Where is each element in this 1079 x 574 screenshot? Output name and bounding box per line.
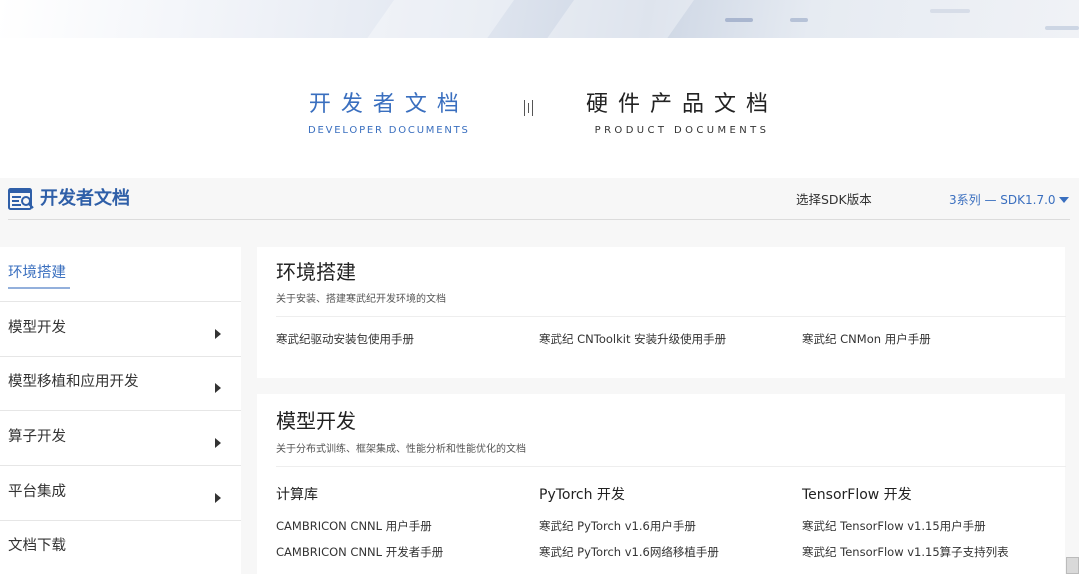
sidebar-item-model-porting[interactable]: 模型移植和应用开发	[0, 356, 241, 411]
section-divider	[276, 316, 1066, 317]
sidebar-item-label: 模型开发	[8, 320, 66, 336]
doc-link[interactable]: CAMBRICON CNNL 开发者手册	[276, 544, 443, 560]
developer-docs-tab[interactable]: 开发者文档 DEVELOPER DOCUMENTS	[308, 91, 470, 137]
banner-decoration	[725, 18, 753, 22]
section-description: 关于分布式训练、框架集成、性能分析和性能优化的文档	[276, 444, 526, 455]
section-title: 模型开发	[276, 409, 356, 433]
sdk-version-select[interactable]: 3系列 — SDK1.7.0	[949, 191, 1056, 209]
sidebar-item-platform-integration[interactable]: 平台集成	[0, 466, 241, 521]
column-heading-pytorch: PyTorch 开发	[539, 487, 625, 503]
product-docs-subtitle: PRODUCT DOCUMENTS	[594, 125, 770, 136]
doc-link[interactable]: 寒武纪驱动安装包使用手册	[276, 331, 414, 347]
doc-link[interactable]: 寒武纪 TensorFlow v1.15算子支持列表	[802, 544, 1009, 560]
env-setup-section: 环境搭建 关于安装、搭建寒武纪开发环境的文档 寒武纪驱动安装包使用手册 寒武纪 …	[257, 247, 1066, 378]
top-banner-image	[0, 0, 1079, 38]
chevron-down-icon[interactable]	[1059, 197, 1069, 203]
section-divider	[276, 466, 1066, 467]
doc-link[interactable]: 寒武纪 TensorFlow v1.15用户手册	[802, 518, 986, 534]
sidebar-item-model-dev[interactable]: 模型开发	[0, 302, 241, 357]
chevron-right-icon	[215, 493, 221, 503]
product-docs-title: 硬件产品文档	[586, 92, 779, 117]
model-dev-section: 模型开发 关于分布式训练、框架集成、性能分析和性能优化的文档 计算库 CAMBR…	[257, 394, 1066, 574]
floating-toolbar-button[interactable]	[1066, 557, 1079, 574]
doc-link[interactable]: 寒武纪 PyTorch v1.6用户手册	[539, 518, 696, 534]
sidebar-item-doc-download[interactable]: 文档下载	[0, 520, 241, 574]
sidebar-item-operator-dev[interactable]: 算子开发	[0, 411, 241, 466]
page-title-bar	[0, 178, 1079, 222]
section-description: 关于安装、搭建寒武纪开发环境的文档	[276, 294, 446, 305]
sidebar-nav: 环境搭建 模型开发 模型移植和应用开发 算子开发 平台集成 文档下载	[0, 247, 241, 574]
column-heading-compute-lib: 计算库	[276, 487, 318, 503]
section-title: 环境搭建	[276, 260, 356, 284]
developer-docs-subtitle: DEVELOPER DOCUMENTS	[308, 125, 470, 136]
page-title: 开发者文档	[40, 188, 130, 209]
sidebar-item-label: 环境搭建	[8, 265, 66, 281]
sidebar-item-env-setup[interactable]: 环境搭建	[0, 247, 241, 302]
column-heading-tensorflow: TensorFlow 开发	[802, 487, 912, 503]
banner-decoration	[1045, 26, 1079, 30]
sidebar-item-label: 模型移植和应用开发	[8, 374, 139, 390]
doc-link[interactable]: 寒武纪 CNMon 用户手册	[802, 331, 931, 347]
banner-decoration	[790, 18, 808, 22]
sidebar-item-label: 算子开发	[8, 429, 66, 445]
banner-decoration	[930, 9, 970, 13]
chevron-right-icon	[215, 383, 221, 393]
doc-link[interactable]: 寒武纪 PyTorch v1.6网络移植手册	[539, 544, 719, 560]
doc-link[interactable]: CAMBRICON CNNL 用户手册	[276, 518, 432, 534]
document-logo-icon	[8, 188, 34, 210]
sdk-version-label: 选择SDK版本	[796, 192, 872, 207]
developer-docs-title: 开发者文档	[308, 92, 469, 117]
doc-type-switch: 开发者文档 DEVELOPER DOCUMENTS 硬件产品文档 PRODUCT…	[0, 38, 1079, 178]
banner-decoration	[358, 0, 522, 38]
chevron-right-icon	[215, 438, 221, 448]
product-docs-tab[interactable]: 硬件产品文档 PRODUCT DOCUMENTS	[586, 91, 778, 137]
title-divider	[8, 219, 1070, 220]
sidebar-item-label: 平台集成	[8, 484, 66, 500]
chevron-right-icon	[215, 329, 221, 339]
doc-link[interactable]: 寒武纪 CNToolkit 安装升级使用手册	[539, 331, 726, 347]
sidebar-item-label: 文档下载	[8, 538, 66, 554]
active-indicator	[8, 287, 70, 289]
divider-bars-icon	[522, 100, 534, 116]
banner-decoration	[538, 0, 702, 38]
